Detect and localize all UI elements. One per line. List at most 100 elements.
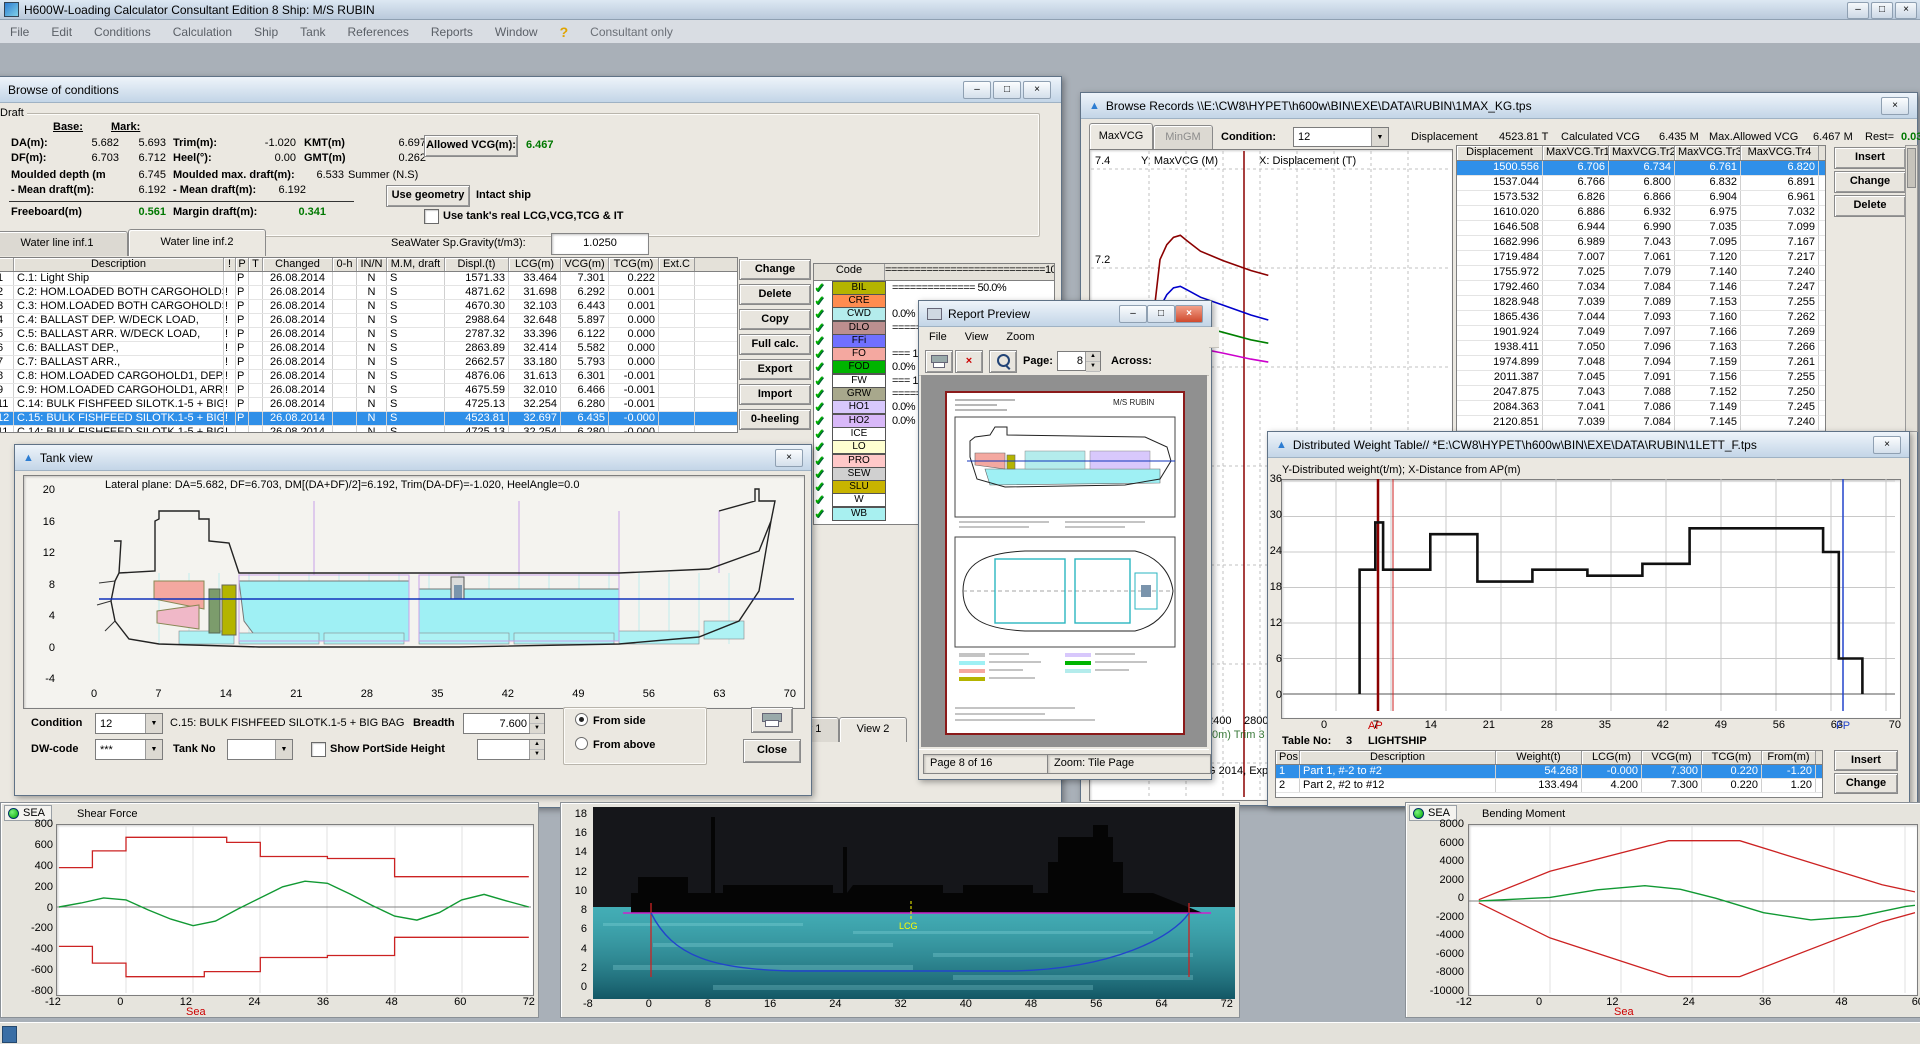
browse-conditions-titlebar[interactable]: Browse of conditions: [0, 77, 1061, 103]
table-row[interactable]: 6C.6: BALLAST DEP.,!P26.08.2014NS2863.89…: [0, 342, 737, 356]
tank-no-combobox[interactable]: ▼: [227, 739, 293, 760]
tab-mingm[interactable]: MinGM: [1153, 125, 1213, 150]
app-maximize-button[interactable]: □: [1871, 2, 1893, 19]
percent-column-header[interactable]: ===========================100%: [885, 264, 1054, 280]
table-row[interactable]: 11C.14: BULK FISHFEED SILOTK.1-5 + BIG B…: [0, 426, 737, 433]
table-row[interactable]: 8C.8: HOM.LOADED CARGOHOLD1, DEP.,!P26.0…: [0, 370, 737, 384]
table-row[interactable]: 1C.1: Light ShipP26.08.2014NS1571.3333.4…: [0, 272, 737, 286]
table-row[interactable]: 9C.9: HOM.LOADED CARGOHOLD1, ARR.,!P26.0…: [0, 384, 737, 398]
portside-height-spinner[interactable]: ▲▼: [477, 739, 545, 760]
radio-on-icon[interactable]: [575, 713, 588, 726]
menu-file[interactable]: File: [10, 25, 29, 39]
chevron-down-icon[interactable]: ▼: [275, 740, 292, 759]
report-menu-file[interactable]: File: [929, 331, 947, 343]
tab-waterline-2[interactable]: Water line inf.2: [128, 229, 266, 256]
table-row[interactable]: 1719.4847.0077.0617.1207.217: [1457, 251, 1825, 266]
radio-off-icon[interactable]: [575, 737, 588, 750]
spin-up-icon[interactable]: ▲: [530, 714, 544, 724]
table-row[interactable]: 1Part 1, #-2 to #254.268-0.0007.3000.220…: [1276, 765, 1822, 779]
table-row[interactable]: 1573.5326.8266.8666.9046.961: [1457, 191, 1825, 206]
menu-calculation[interactable]: Calculation: [173, 25, 232, 39]
minimize-button[interactable]: –: [963, 81, 991, 99]
minimize-button[interactable]: –: [1119, 305, 1147, 323]
report-menu-zoom[interactable]: Zoom: [1006, 331, 1034, 343]
radio-from-above[interactable]: From above: [575, 737, 655, 751]
app-minimize-button[interactable]: –: [1847, 2, 1869, 19]
distributed-weight-titlebar[interactable]: ▲ Distributed Weight Table// *E:\CW8\HYP…: [1268, 432, 1909, 458]
table-row[interactable]: 1682.9966.9897.0437.0957.167: [1457, 236, 1825, 251]
table-row[interactable]: 1500.5566.7066.7346.7616.820: [1457, 161, 1825, 176]
show-portside-checkbox[interactable]: [311, 742, 326, 757]
table-row[interactable]: 1828.9487.0397.0897.1537.255: [1457, 296, 1825, 311]
tank-view-titlebar[interactable]: ▲ Tank view: [15, 445, 811, 471]
table-row[interactable]: 5C.5: BALLAST ARR. W/DECK LOAD,!P26.08.2…: [0, 328, 737, 342]
table-row[interactable]: 1792.4607.0347.0847.1467.247: [1457, 281, 1825, 296]
radio-from-side[interactable]: From side: [575, 713, 646, 727]
print-button[interactable]: [925, 350, 953, 373]
browse-records-titlebar[interactable]: ▲ Browse Records \\E:\CW8\HYPET\h600w\BI…: [1081, 93, 1917, 119]
records-scrollbar[interactable]: [1905, 145, 1918, 432]
page-spinner[interactable]: 8 ▲▼: [1057, 351, 1101, 371]
zoom-button[interactable]: [989, 350, 1017, 373]
spin-down-icon[interactable]: ▼: [530, 724, 544, 734]
menu-ship[interactable]: Ship: [254, 25, 278, 39]
table-row[interactable]: 1974.8997.0487.0947.1597.261: [1457, 356, 1825, 371]
table-row[interactable]: 1646.5086.9446.9907.0357.099: [1457, 221, 1825, 236]
tab-maxvcg[interactable]: MaxVCG: [1089, 123, 1153, 150]
menu-tank[interactable]: Tank: [300, 25, 325, 39]
spin-up-icon[interactable]: ▲: [530, 740, 544, 750]
table-row[interactable]: 2120.8517.0397.0847.1457.240: [1457, 416, 1825, 431]
menu-conditions[interactable]: Conditions: [94, 25, 151, 39]
table-row[interactable]: 4C.4: BALLAST DEP. W/DECK LOAD,!P26.08.2…: [0, 314, 737, 328]
table-row[interactable]: 1938.4117.0507.0967.1637.266: [1457, 341, 1825, 356]
table-row[interactable]: 3C.3: HOM.LOADED BOTH CARGOHOLDS, ARR.!P…: [0, 300, 737, 314]
chevron-down-icon[interactable]: ▼: [1371, 128, 1388, 146]
menu-window[interactable]: Window: [495, 25, 538, 39]
dw-code-combobox[interactable]: *** ▼: [95, 739, 163, 760]
spin-down-icon[interactable]: ▼: [530, 750, 544, 760]
print-button[interactable]: [751, 707, 793, 733]
table-row[interactable]: 1901.9247.0497.0977.1667.269: [1457, 326, 1825, 341]
report-page-area[interactable]: M/S RUBIN: [921, 375, 1207, 747]
table-row[interactable]: 1537.0446.7666.8006.8326.891: [1457, 176, 1825, 191]
table-row[interactable]: 1610.0206.8866.9326.9757.032: [1457, 206, 1825, 221]
close-icon[interactable]: ×: [775, 449, 803, 467]
menu-reports[interactable]: Reports: [431, 25, 473, 39]
chevron-down-icon[interactable]: ▼: [145, 714, 162, 733]
close-icon[interactable]: ×: [1175, 305, 1203, 323]
spin-up-icon[interactable]: ▲: [1086, 352, 1100, 362]
tank-condition-combobox[interactable]: 12 ▼: [95, 713, 163, 734]
table-row[interactable]: 2047.8757.0437.0887.1527.250: [1457, 386, 1825, 401]
tab-waterline-1[interactable]: Water line inf.1: [0, 231, 128, 256]
chevron-down-icon[interactable]: ▼: [145, 740, 162, 759]
seawater-input[interactable]: 1.0250: [551, 233, 649, 255]
table-row[interactable]: 1755.9727.0257.0797.1407.240: [1457, 266, 1825, 281]
condition-combobox[interactable]: 12 ▼: [1293, 127, 1389, 147]
table-row[interactable]: 2C.2: HOM.LOADED BOTH CARGOHOLDS, DEP,!P…: [0, 286, 737, 300]
scrollbar-thumb[interactable]: [1907, 148, 1916, 188]
table-row[interactable]: 2Part 2, #2 to #12133.4944.2007.3000.220…: [1276, 779, 1822, 793]
code-row[interactable]: ✓BIL============== 50.0%: [814, 281, 1054, 294]
table-row[interactable]: 12C.15: BULK FISHFEED SILOTK.1-5 + BIG B…: [0, 412, 737, 426]
allowed-vcg-button[interactable]: Allowed VCG(m):: [424, 135, 518, 157]
tab-view-2[interactable]: View 2: [839, 717, 907, 742]
app-close-button[interactable]: ×: [1895, 2, 1917, 19]
table-row[interactable]: 11C.14: BULK FISHFEED SILOTK.1-5 + BIG B…: [0, 398, 737, 412]
close-icon[interactable]: ×: [1873, 436, 1901, 454]
menu-help-icon[interactable]: ?: [560, 24, 569, 40]
table-row[interactable]: 1865.4367.0447.0937.1607.262: [1457, 311, 1825, 326]
maximize-button[interactable]: □: [1147, 305, 1175, 323]
maximize-button[interactable]: □: [993, 81, 1021, 99]
use-geometry-button[interactable]: Use geometry: [386, 185, 470, 207]
spin-down-icon[interactable]: ▼: [1086, 362, 1100, 372]
table-row[interactable]: 2011.3877.0457.0917.1567.255: [1457, 371, 1825, 386]
cancel-print-button[interactable]: ×: [955, 350, 983, 373]
close-icon[interactable]: ×: [1881, 97, 1909, 115]
table-row[interactable]: 7C.7: BALLAST ARR.,!P26.08.2014NS2662.57…: [0, 356, 737, 370]
use-tank-real-checkbox[interactable]: [424, 209, 439, 224]
report-menu-view[interactable]: View: [965, 331, 989, 343]
close-icon[interactable]: ×: [1023, 81, 1051, 99]
menu-edit[interactable]: Edit: [51, 25, 72, 39]
breadth-spinner[interactable]: 7.600 ▲▼: [463, 713, 545, 734]
table-row[interactable]: 2084.3637.0417.0867.1497.245: [1457, 401, 1825, 416]
